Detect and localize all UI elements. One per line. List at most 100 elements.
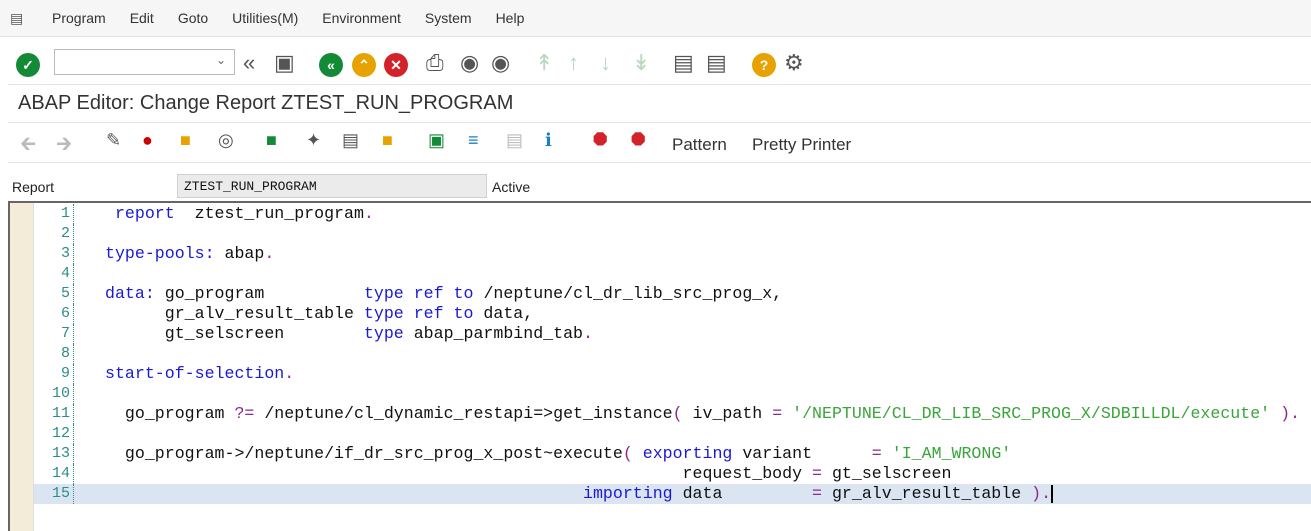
find-next-icon[interactable]: ◉ xyxy=(491,50,510,76)
operator-token: . xyxy=(264,244,275,263)
shortcut-icon[interactable]: ▤ xyxy=(706,50,727,76)
page-title: ABAP Editor: Change Report ZTEST_RUN_PRO… xyxy=(18,92,514,114)
frame-icon[interactable]: ▤ xyxy=(506,130,523,151)
command-field[interactable]: ⌄ xyxy=(54,49,235,75)
menu-utilities[interactable]: Utilities(M) xyxy=(232,10,298,26)
keyword-token: type ref to xyxy=(363,304,474,323)
create-session-icon[interactable]: ▤ xyxy=(673,50,694,76)
where-used-icon[interactable]: ▤ xyxy=(342,130,359,151)
code-token: gt_selscreen xyxy=(105,324,364,343)
cancel-icon[interactable]: ✕ xyxy=(384,53,408,77)
collapse-icon[interactable]: « xyxy=(243,50,255,76)
operator-token: ( xyxy=(622,444,633,463)
code-token: data, xyxy=(473,304,534,323)
save-icon[interactable]: ▣ xyxy=(274,50,295,76)
first-page-icon[interactable]: ↟ xyxy=(535,50,553,76)
code-line[interactable]: 9 start-of-selection. xyxy=(34,364,1311,384)
external-breakpoint-icon[interactable]: ⯃ xyxy=(631,130,645,151)
back-arrow-icon[interactable]: 🡰 xyxy=(20,129,36,163)
next-page-icon[interactable]: ↓ xyxy=(600,50,611,76)
code-text: importing data = gr_alv_result_table ). xyxy=(105,484,1054,504)
menu-bar: ▤ Program Edit Goto Utilities(M) Environ… xyxy=(0,0,1311,37)
menu-program[interactable]: Program xyxy=(52,10,106,26)
operator-token: . xyxy=(284,364,295,383)
exit-icon[interactable]: ⌃ xyxy=(352,53,376,77)
back-icon[interactable]: « xyxy=(319,53,343,77)
menu-goto[interactable]: Goto xyxy=(178,10,208,26)
code-text: type-pools: abap. xyxy=(105,244,274,264)
test-wand-icon[interactable]: ✦ xyxy=(306,130,321,151)
menu-icon[interactable]: ▤ xyxy=(10,10,38,27)
code-token: gr_alv_result_table xyxy=(822,484,1032,503)
code-token: /neptune/cl_dynamic_restapi=>get_instanc… xyxy=(254,404,673,423)
other-object-icon[interactable]: ● xyxy=(142,130,153,151)
settings-gear-icon[interactable]: ⚙ xyxy=(784,50,804,76)
code-lines[interactable]: 1 report ztest_run_program. 2 3 type-pools:… xyxy=(34,204,1311,504)
menu-help[interactable]: Help xyxy=(496,10,525,26)
hierarchy-icon[interactable]: ▣ xyxy=(428,130,445,151)
line-number: 11 xyxy=(34,404,74,424)
code-token: go_program xyxy=(154,284,364,303)
check-icon[interactable]: ◎ xyxy=(218,130,234,151)
menu-edit[interactable]: Edit xyxy=(130,10,154,26)
operator-token: = xyxy=(812,484,822,503)
display-change-icon[interactable]: ✎ xyxy=(106,130,121,151)
code-token: gr_alv_result_table xyxy=(105,304,364,323)
code-text: request_body = gt_selscreen xyxy=(105,464,952,484)
line-number: 8 xyxy=(34,344,74,364)
menu-environment[interactable]: Environment xyxy=(322,10,401,26)
code-text: data: go_program type ref to /neptune/cl… xyxy=(105,284,782,304)
previous-page-icon[interactable]: ↑ xyxy=(568,50,579,76)
code-line[interactable]: 13 go_program->/neptune/if_dr_src_prog_x… xyxy=(34,444,1311,464)
report-header: Report ZTEST_RUN_PROGRAM Active xyxy=(0,174,1311,198)
display-list-icon[interactable]: ≡ xyxy=(468,130,479,151)
line-number: 5 xyxy=(34,284,74,304)
code-token: data xyxy=(672,484,813,503)
code-line[interactable]: 10 xyxy=(34,384,1311,404)
code-token: abap_parmbind_tab xyxy=(403,324,583,343)
line-number: 14 xyxy=(34,464,74,484)
code-line[interactable]: 11 go_program ?= /neptune/cl_dynamic_res… xyxy=(34,404,1311,424)
code-line[interactable]: 3 type-pools: abap. xyxy=(34,244,1311,264)
editor-gutter xyxy=(10,203,34,531)
line-number: 9 xyxy=(34,364,74,384)
help-icon[interactable]: ? xyxy=(752,53,776,77)
code-line[interactable]: 15 importing data = gr_alv_result_table … xyxy=(34,484,1311,504)
line-number: 13 xyxy=(34,444,74,464)
activate-inactive-icon[interactable]: ■ xyxy=(180,130,191,151)
code-line[interactable]: 12 xyxy=(34,424,1311,444)
report-label: Report xyxy=(12,179,55,195)
code-line[interactable]: 5 data: go_program type ref to /neptune/c… xyxy=(34,284,1311,304)
info-icon[interactable]: ℹ xyxy=(545,130,552,151)
code-line[interactable]: 6 gr_alv_result_table type ref to data, xyxy=(34,304,1311,324)
code-line[interactable]: 4 xyxy=(34,264,1311,284)
code-editor[interactable]: 1 report ztest_run_program. 2 3 type-pools:… xyxy=(8,201,1311,531)
keyword-token: type-pools xyxy=(105,244,205,263)
line-number: 4 xyxy=(34,264,74,284)
code-line[interactable]: 1 report ztest_run_program. xyxy=(34,204,1311,224)
operator-token: ?= xyxy=(234,404,255,423)
last-page-icon[interactable]: ↡ xyxy=(632,50,650,76)
forward-arrow-icon[interactable]: 🡲 xyxy=(56,129,72,163)
pattern-button[interactable]: Pattern xyxy=(672,135,727,155)
activate-icon[interactable]: ■ xyxy=(266,130,277,151)
pretty-printer-button[interactable]: Pretty Printer xyxy=(752,135,851,155)
line-number: 2 xyxy=(34,224,74,244)
code-line[interactable]: 7 gt_selscreen type abap_parmbind_tab. xyxy=(34,324,1311,344)
chevron-down-icon[interactable]: ⌄ xyxy=(216,53,226,67)
code-line[interactable]: 2 xyxy=(34,224,1311,244)
find-icon[interactable]: ◉ xyxy=(460,50,479,76)
operator-token: . xyxy=(583,324,593,343)
menu-system[interactable]: System xyxy=(425,10,472,26)
keyword-token: data xyxy=(105,284,145,303)
object-list-icon[interactable]: ■ xyxy=(382,130,393,151)
keyword-token: type ref to xyxy=(363,284,474,303)
code-line[interactable]: 14 request_body = gt_selscreen xyxy=(34,464,1311,484)
enter-check-icon[interactable]: ✓ xyxy=(16,53,40,77)
print-icon[interactable]: ⎙ xyxy=(426,50,444,76)
set-breakpoint-icon[interactable]: ⯃ xyxy=(593,130,607,151)
code-line[interactable]: 8 xyxy=(34,344,1311,364)
